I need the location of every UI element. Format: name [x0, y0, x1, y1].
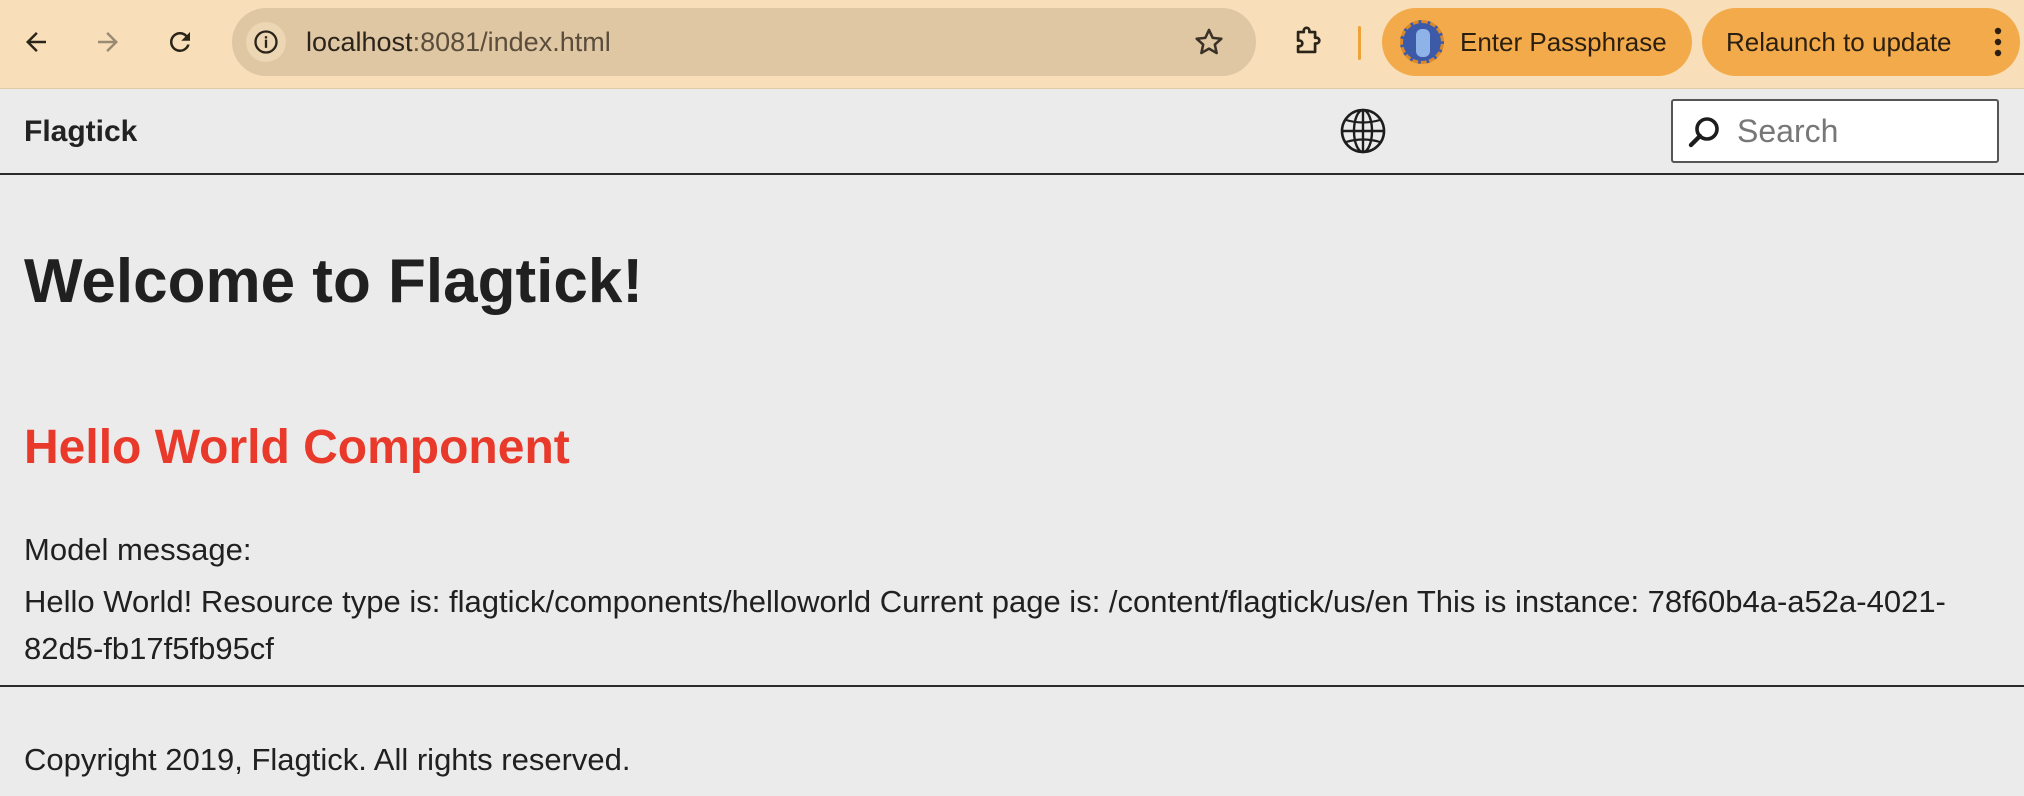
address-bar[interactable]: localhost:8081/index.html — [232, 8, 1256, 76]
site-info-icon[interactable] — [246, 22, 286, 62]
brand-link[interactable]: Flagtick — [24, 89, 137, 175]
footer-divider — [0, 685, 2024, 687]
passphrase-label: Enter Passphrase — [1460, 26, 1667, 57]
component-title: Hello World Component — [24, 421, 570, 474]
bookmark-star-icon[interactable] — [1192, 25, 1226, 64]
more-vert-icon[interactable] — [1992, 24, 2004, 67]
browser-toolbar: localhost:8081/index.html Enter Passphra… — [0, 0, 2024, 89]
search-box[interactable] — [1671, 99, 1999, 163]
page-title: Welcome to Flagtick! — [24, 247, 643, 316]
site-header: Flagtick — [0, 89, 2024, 175]
model-message-text: Hello World! Resource type is: flagtick/… — [24, 584, 1946, 666]
toolbar-separator — [1358, 26, 1361, 60]
back-arrow-icon[interactable] — [12, 18, 60, 66]
update-label: Relaunch to update — [1726, 26, 1952, 57]
reload-icon[interactable] — [156, 18, 204, 66]
model-message-label: Model message: — [24, 532, 252, 567]
enter-passphrase-button[interactable]: Enter Passphrase — [1382, 8, 1692, 76]
url-host: localhost — [306, 27, 413, 57]
footer-copyright: Copyright 2019, Flagtick. All rights res… — [24, 742, 631, 777]
url-text[interactable]: localhost:8081/index.html — [306, 8, 611, 76]
profile-avatar-icon — [1400, 20, 1444, 64]
search-input[interactable] — [1737, 107, 1987, 155]
forward-arrow-icon[interactable] — [84, 18, 132, 66]
relaunch-update-button[interactable]: Relaunch to update — [1702, 8, 2020, 76]
search-icon — [1687, 115, 1721, 154]
globe-icon[interactable] — [1338, 106, 1388, 161]
url-path: :8081/index.html — [412, 27, 611, 57]
extensions-puzzle-icon[interactable] — [1284, 18, 1332, 66]
